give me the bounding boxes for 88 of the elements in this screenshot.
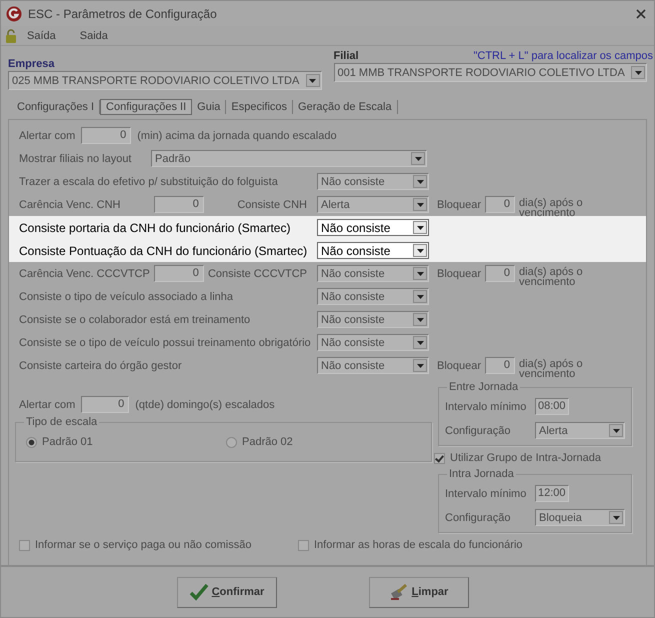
caret-icon [416, 364, 424, 368]
close-icon[interactable] [636, 8, 646, 18]
eraser-icon [388, 583, 409, 601]
menu-item[interactable]: Saida [70, 30, 122, 42]
app-logo-icon [6, 6, 22, 22]
dropdown[interactable]: Não consiste [317, 334, 429, 351]
field-suffix: (min) acima da jornada quando escalado [137, 130, 337, 142]
field-label: Carência Venc. CNH [19, 198, 120, 210]
caret-icon [416, 180, 424, 184]
field-label: Consiste portaria da CNH do funcionário (Smartec) [19, 220, 290, 234]
action-button[interactable]: Confirmar [176, 576, 276, 608]
dropdown[interactable]: Não consiste [317, 219, 429, 236]
dropdown[interactable]: Não consiste [317, 311, 429, 328]
checkbox[interactable]: Informar se o serviço paga ou não comissão [19, 539, 298, 551]
caret-icon [309, 78, 316, 82]
block-label: Bloquear [437, 268, 482, 280]
caret-icon [414, 156, 422, 160]
time-field[interactable]: 08:00 [535, 398, 569, 415]
checkmark-icon [188, 583, 209, 601]
field-label: Consiste se o colaborador está em treinamento [19, 314, 250, 326]
window-title: ESC - Parâmetros de Configuração [28, 6, 218, 20]
group-title: Entre Jornada [447, 381, 520, 393]
branch-dropdown[interactable]: 001 MMB TRANSPORTE RODOVIARIO COLETIVO LTDA [334, 63, 647, 82]
caret-icon [416, 272, 424, 276]
field-label: Carência Venc. CCCVTCP [19, 268, 150, 280]
dropdown[interactable]: Não consiste [317, 357, 429, 374]
dropdown[interactable]: Não consiste [317, 265, 429, 282]
shortcut-hint: "CTRL + L" para localizar os campos [473, 50, 653, 62]
caret-icon [416, 248, 424, 252]
caret-icon [416, 294, 424, 298]
days-suffix: dia(s) após o vencimento [519, 198, 584, 218]
field-label: Mostrar filiais no layout [19, 152, 132, 164]
field-label: Intervalo mínimo [445, 488, 528, 500]
dropdown[interactable]: Padrão [151, 150, 427, 167]
radio-option[interactable]: Padrão 01 [26, 436, 226, 448]
caret-icon [634, 70, 642, 74]
number-field[interactable]: 0 [154, 265, 204, 282]
field-label: Consiste CNH [237, 198, 307, 210]
time-field[interactable]: 12:00 [535, 485, 569, 502]
days-suffix: dia(s) após o vencimento [519, 266, 584, 286]
caret-icon [416, 318, 424, 322]
days-field[interactable]: 0 [485, 357, 516, 374]
dropdown[interactable]: Bloqueia [535, 509, 625, 526]
tab[interactable]: Geração de Escala [293, 100, 398, 114]
dropdown[interactable]: Não consiste [317, 242, 429, 259]
caret-icon [416, 202, 424, 206]
field-suffix: (qtde) domingo(s) escalados [135, 398, 275, 410]
number-field[interactable]: 0 [81, 127, 132, 144]
menu-item[interactable]: Saída [17, 30, 70, 42]
field-label: Consiste carteira do órgão gestor [19, 360, 182, 372]
radio-option[interactable]: Padrão 02 [226, 436, 426, 448]
dropdown[interactable]: Não consiste [317, 173, 429, 190]
tab[interactable]: Configurações II [100, 99, 192, 115]
branch-label: Filial [334, 50, 359, 62]
group-title: Tipo de escala [24, 416, 100, 428]
field-label: Consiste o tipo de veículo associado a linha [19, 290, 234, 302]
caret-icon [416, 340, 424, 344]
checkbox[interactable]: Utilizar Grupo de Intra-Jornada [434, 452, 632, 464]
caret-icon [612, 428, 620, 432]
number-field[interactable]: 0 [154, 196, 204, 213]
field-label: Alertar com [19, 398, 76, 410]
group-title: Intra Jornada [447, 468, 516, 480]
caret-icon [416, 226, 424, 230]
company-label: Empresa [8, 58, 56, 70]
tab[interactable]: Guia [192, 100, 226, 114]
field-label: Configuração [445, 512, 512, 524]
days-field[interactable]: 0 [485, 265, 516, 282]
padlock-icon [5, 28, 17, 42]
field-label: Intervalo mínimo [445, 400, 528, 412]
field-label: Consiste CCCVTCP [208, 268, 307, 280]
field-label: Alertar com [19, 130, 76, 142]
dropdown[interactable]: Alerta [317, 196, 429, 213]
field-label: Consiste se o tipo de veículo possui treinamento obrigatório [19, 336, 311, 348]
field-label: Trazer a escala do efetivo p/ substituição do folguista [19, 176, 278, 188]
action-button[interactable]: Limpar [368, 576, 468, 608]
dropdown[interactable]: Não consiste [317, 288, 429, 305]
company-dropdown[interactable]: 025 MMB TRANSPORTE RODOVIARIO COLETIVO LTDA [8, 71, 322, 90]
block-label: Bloquear [437, 198, 482, 210]
field-label: Configuração [445, 424, 512, 436]
days-field[interactable]: 0 [485, 196, 516, 213]
block-label: Bloquear [437, 360, 482, 372]
tab[interactable]: Especificos [226, 100, 294, 114]
checkbox[interactable]: Informar as horas de escala do funcionário [298, 539, 577, 551]
caret-icon [612, 516, 620, 520]
number-field[interactable]: 0 [81, 396, 130, 413]
dropdown[interactable]: Alerta [535, 422, 625, 439]
field-label: Consiste Pontuação da CNH do funcionário (Smartec) [19, 244, 308, 258]
days-suffix: dia(s) após o vencimento [519, 358, 584, 378]
